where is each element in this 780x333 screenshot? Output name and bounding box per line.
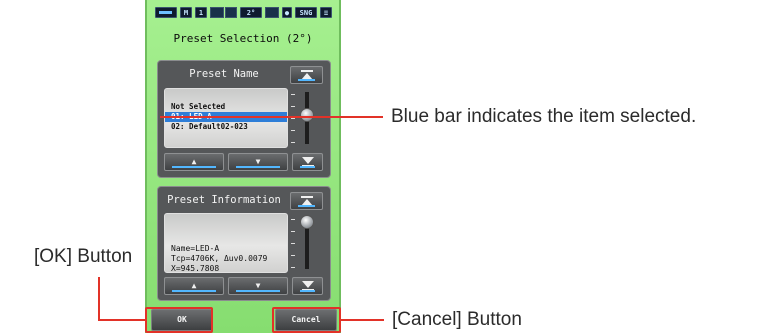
- scroll-up-button[interactable]: ▲: [164, 277, 224, 295]
- preset-list: Not Selected 01: LED-A 02: Default02-023: [164, 88, 288, 148]
- down-arrow-icon: ▼: [255, 281, 261, 290]
- status-cell: [210, 7, 224, 18]
- page-title: Preset Selection (2°): [173, 32, 313, 45]
- scroll-bottom-button[interactable]: [292, 153, 323, 171]
- down-arrow-icon: ▼: [255, 157, 261, 166]
- preset-info-panel: Preset Information Name=LED-A Tcp=4706K,…: [157, 186, 331, 301]
- record-icon: ●: [282, 7, 292, 18]
- status-cell: [225, 7, 237, 18]
- scroll-knob[interactable]: [300, 108, 314, 122]
- selected-bar-annotation: Blue bar indicates the item selected.: [391, 106, 697, 127]
- menu-icon: ≡: [320, 7, 332, 18]
- ok-callout-line: [98, 277, 100, 320]
- info-line: Tcp=4706K, Δuv0.0079: [171, 254, 268, 263]
- ok-callout-line: [98, 319, 146, 321]
- cancel-callout-box: [272, 307, 341, 333]
- scroll-top-button[interactable]: [290, 66, 323, 84]
- scroll-knob[interactable]: [300, 215, 314, 229]
- device-screen: M 1 2° ● SNG ≡ Preset Selection (2°) Pre…: [145, 0, 341, 333]
- mode-label: M: [180, 7, 192, 18]
- preset-scrollbar[interactable]: [291, 88, 322, 148]
- up-arrow-icon: ▲: [191, 157, 197, 166]
- battery-icon: [155, 7, 177, 18]
- ok-callout-box: [145, 307, 213, 333]
- info-scrollbar[interactable]: [291, 213, 322, 273]
- status-bar: M 1 2° ● SNG ≡: [147, 0, 339, 24]
- scroll-up-button[interactable]: ▲: [164, 153, 224, 171]
- scroll-bottom-button[interactable]: [292, 277, 323, 295]
- panel-header: Preset Name: [189, 68, 259, 80]
- selection-callout-line: [160, 116, 383, 118]
- scroll-down-button[interactable]: ▼: [228, 153, 288, 171]
- cancel-callout-line: [341, 319, 384, 321]
- cancel-button-annotation: [Cancel] Button: [392, 309, 522, 330]
- angle-indicator: 2°: [240, 7, 262, 18]
- preset-name-panel: Preset Name Not Selected 01: LED-A 02: D…: [157, 60, 331, 178]
- info-line: Name=LED-A: [171, 244, 220, 253]
- scroll-top-button[interactable]: [290, 192, 323, 210]
- ok-button-annotation: [OK] Button: [34, 246, 133, 267]
- scroll-down-button[interactable]: ▼: [228, 277, 288, 295]
- measurement-mode: SNG: [295, 7, 317, 18]
- mode-value: 1: [195, 7, 207, 18]
- panel-header: Preset Information: [167, 194, 281, 206]
- list-item[interactable]: 02: Default02-023: [171, 122, 248, 131]
- list-item[interactable]: Not Selected: [171, 102, 225, 111]
- status-cell: [265, 7, 279, 18]
- info-line: X=945.7808: [171, 264, 220, 273]
- up-arrow-icon: ▲: [191, 281, 197, 290]
- preset-info-box: Name=LED-A Tcp=4706K, Δuv0.0079 X=945.78…: [164, 213, 288, 273]
